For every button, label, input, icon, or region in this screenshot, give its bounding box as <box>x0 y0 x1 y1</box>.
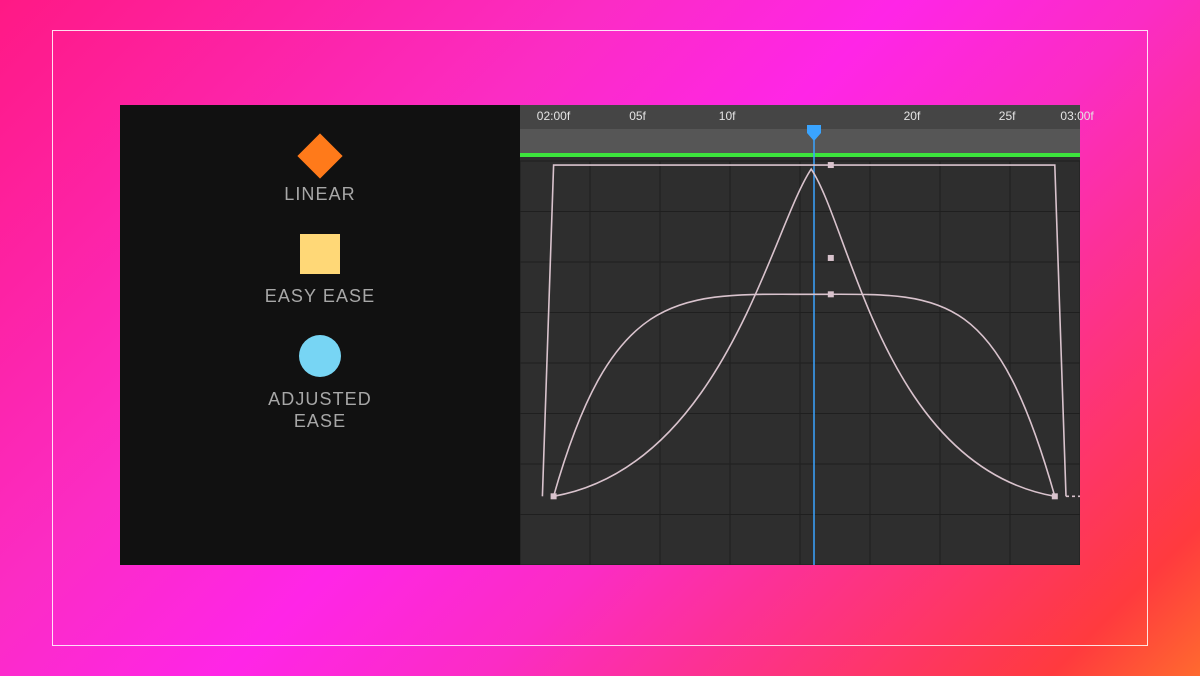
keyframe-handle[interactable] <box>828 162 834 168</box>
playhead-icon[interactable] <box>807 125 821 141</box>
legend-item-adjusted-ease: ADJUSTED EASE <box>240 335 400 432</box>
circle-icon <box>299 335 341 377</box>
editor-window: LINEAR EASY EASE ADJUSTED EASE 02:00f05f… <box>120 105 1080 565</box>
curve-linear[interactable] <box>542 165 1066 496</box>
keyframe-handle[interactable] <box>828 255 834 261</box>
legend-label: LINEAR <box>284 184 356 206</box>
square-icon <box>300 234 340 274</box>
legend-panel: LINEAR EASY EASE ADJUSTED EASE <box>120 105 520 565</box>
legend-item-easy-ease: EASY EASE <box>265 234 375 308</box>
keyframe-handle[interactable] <box>828 291 834 297</box>
gradient-background: LINEAR EASY EASE ADJUSTED EASE 02:00f05f… <box>0 0 1200 676</box>
legend-label: EASY EASE <box>265 286 375 308</box>
diamond-icon <box>297 133 342 178</box>
keyframe-handle[interactable] <box>551 493 557 499</box>
keyframe-handle[interactable] <box>1052 493 1058 499</box>
graph-editor-panel: 02:00f05f10f20f25f03:00f <box>520 105 1080 565</box>
legend-label: ADJUSTED EASE <box>240 389 400 432</box>
graph-svg <box>520 105 1080 565</box>
legend-item-linear: LINEAR <box>284 140 356 206</box>
